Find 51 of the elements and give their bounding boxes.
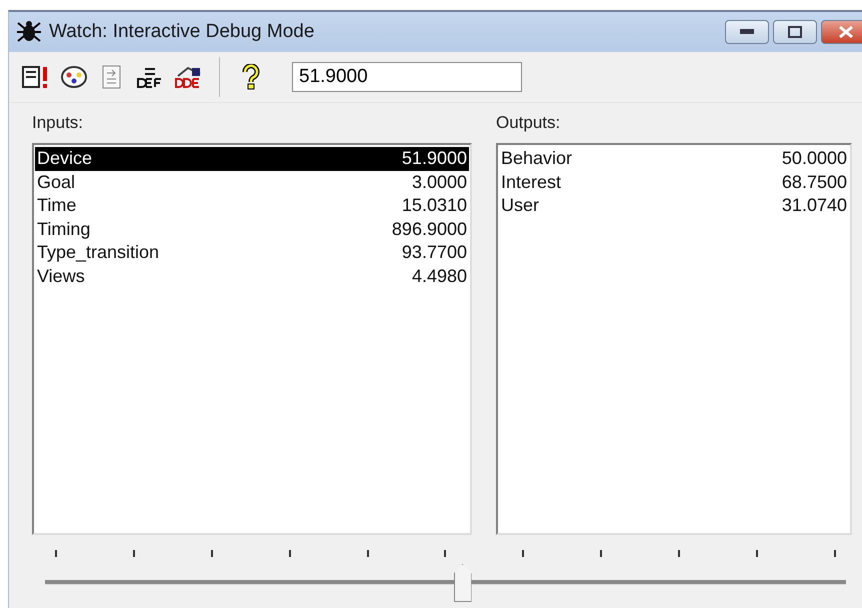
list-row[interactable]: Type_transition 93.7700 <box>35 241 469 264</box>
tick-mark <box>132 550 135 557</box>
variable-name: User <box>501 195 540 216</box>
variable-value: 15.0310 <box>402 195 467 216</box>
list-row[interactable]: User 31.0740 <box>499 194 849 218</box>
tick-mark <box>55 550 57 557</box>
variable-value: 93.7700 <box>402 242 467 264</box>
list-box[interactable]: Device 51.9000 Goal 3.0000 Time 15.0310 Timing 896.9000 Type_transition 93.7700 Views 4.4980 <box>32 143 472 535</box>
tick-mark <box>288 550 291 557</box>
slider-thumb[interactable] <box>454 564 472 602</box>
tick-mark <box>444 550 446 557</box>
outputs-label: Outputs: <box>496 113 562 133</box>
maximize-icon <box>788 26 802 38</box>
maximize-button[interactable] <box>773 20 817 44</box>
variable-value: 3.0000 <box>412 172 467 193</box>
variable-value: 896.9000 <box>392 218 467 240</box>
variable-value: 51.9000 <box>402 148 467 170</box>
close-icon <box>838 25 854 39</box>
list-box[interactable]: Behavior 50.0000 Interest 68.7500 User 31.0740 <box>496 143 852 535</box>
tick-mark <box>210 550 213 557</box>
tick-mark <box>366 550 369 557</box>
tick-mark <box>522 550 524 557</box>
variable-value: 4.4980 <box>412 266 467 287</box>
tick-mark <box>756 550 758 557</box>
tick-mark <box>600 550 602 557</box>
tick-mark <box>834 550 836 557</box>
tick-mark <box>678 550 680 557</box>
close-button[interactable] <box>821 20 862 44</box>
variable-name: Goal <box>37 172 76 193</box>
list-row[interactable]: Behavior 50.0000 <box>499 147 849 170</box>
variable-name: Views <box>37 266 85 287</box>
variable-value: 50.0000 <box>782 148 847 170</box>
value-field[interactable]: 51.9000 <box>292 62 522 92</box>
list-row[interactable]: Interest 68.7500 <box>499 170 849 194</box>
list-row[interactable]: Views 4.4980 <box>35 264 469 288</box>
variable-value: 68.7500 <box>782 172 847 193</box>
list-row[interactable]: Goal 3.0000 <box>35 170 469 194</box>
list-row[interactable]: Time 15.0310 <box>35 194 469 218</box>
variable-name: Time <box>37 195 76 216</box>
minimize-button[interactable] <box>725 20 769 44</box>
variable-name: Behavior <box>501 148 572 170</box>
minimize-icon <box>740 29 754 35</box>
variable-value: 31.0740 <box>782 195 847 216</box>
list-row[interactable]: Timing 896.9000 <box>35 218 469 241</box>
list-row[interactable]: Device 51.9000 <box>35 147 469 170</box>
variable-name: Device <box>37 148 92 170</box>
variable-name: Interest <box>501 172 562 193</box>
inputs-label: Inputs: <box>32 113 84 133</box>
variable-name: Timing <box>37 218 90 240</box>
variable-name: Type_transition <box>37 242 160 264</box>
window-title: Watch: Interactive Debug Mode <box>49 21 316 43</box>
